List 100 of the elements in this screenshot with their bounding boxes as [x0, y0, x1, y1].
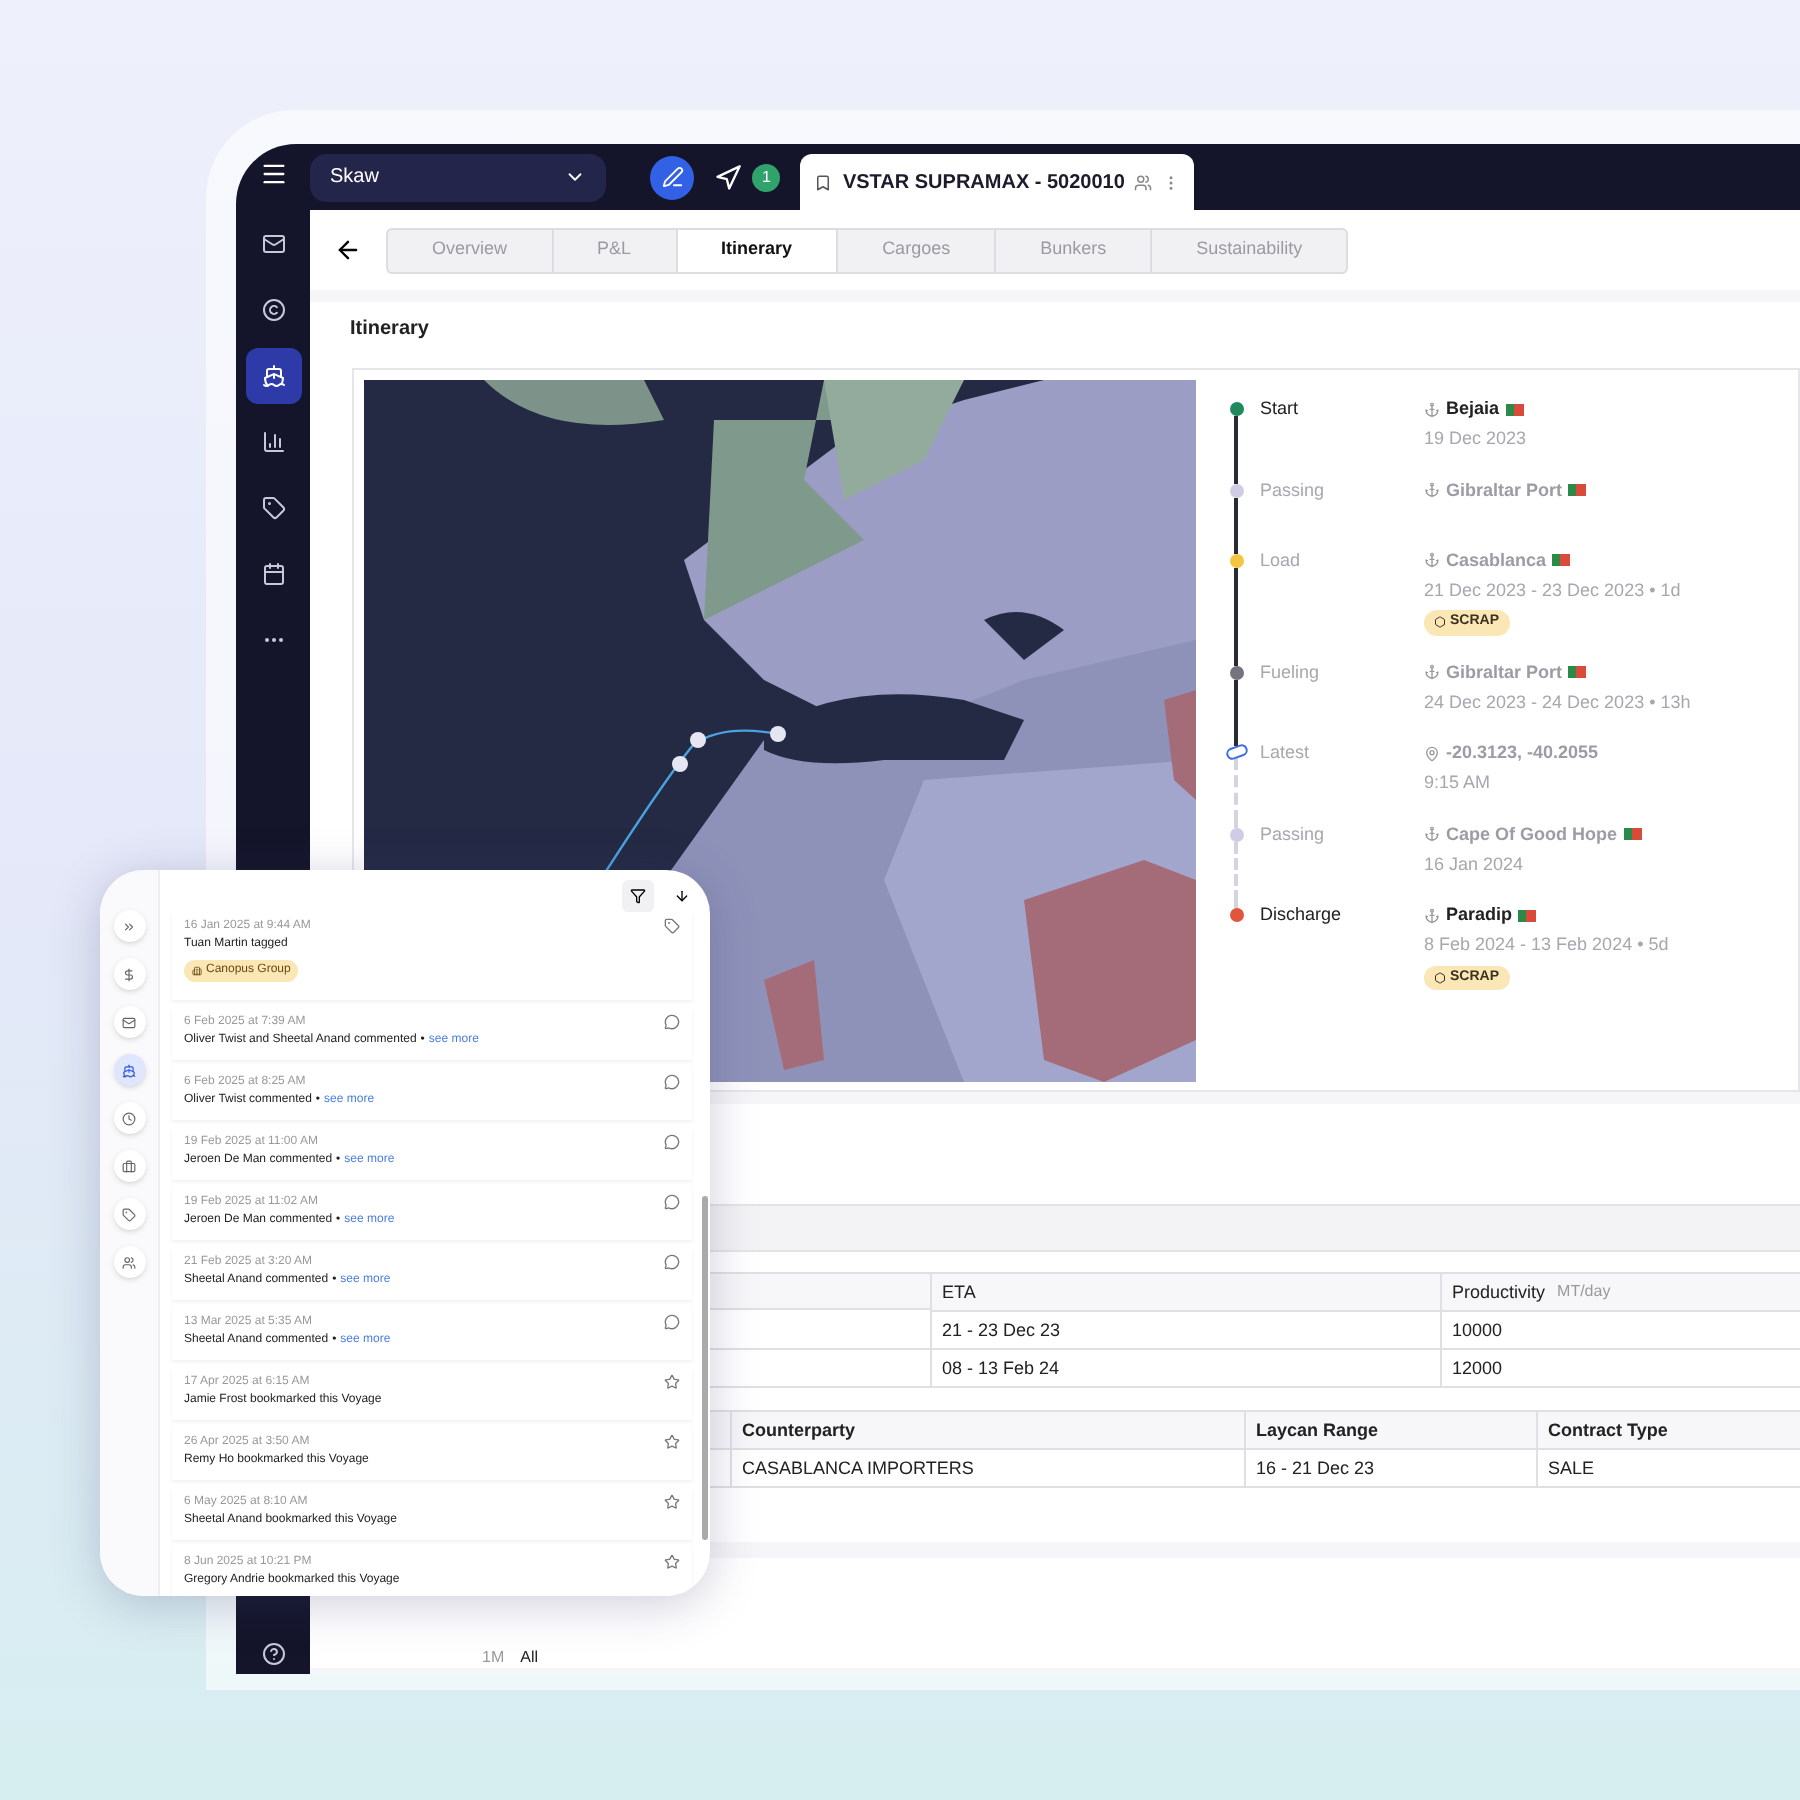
- table-cell: SALE: [1536, 1450, 1800, 1488]
- comment-icon: [664, 1314, 680, 1330]
- anchor-icon: [1424, 664, 1440, 680]
- panel-nav-button[interactable]: [113, 1102, 145, 1134]
- calendar-icon: [261, 562, 285, 586]
- sidebar-item[interactable]: [245, 348, 301, 404]
- notification-badge: 1: [752, 163, 781, 191]
- comment-icon: [664, 1074, 680, 1090]
- table-cell: 10000: [1440, 1312, 1800, 1350]
- tab[interactable]: Itinerary: [677, 229, 839, 271]
- comment-icon: [664, 1134, 680, 1150]
- menu-button[interactable]: [259, 160, 287, 188]
- stop-date: 24 Dec 2023 - 24 Dec 2023 • 13h: [1424, 689, 1691, 715]
- stop-label: Passing: [1260, 477, 1327, 504]
- tag-icon: [664, 918, 680, 934]
- anchor-icon: [1424, 482, 1440, 498]
- expand-icon: [122, 919, 136, 933]
- anchor-icon: [1424, 907, 1440, 923]
- flag-icon: [1552, 554, 1571, 566]
- vessel-select[interactable]: Skaw: [310, 153, 606, 201]
- avatar[interactable]: [650, 155, 694, 199]
- anchor-icon: [1424, 826, 1440, 842]
- hexagon-icon: [1434, 971, 1446, 984]
- table-cell: 12000: [1440, 1350, 1800, 1388]
- panel-nav-button[interactable]: [113, 1246, 145, 1278]
- column-header: Counterparty: [730, 1412, 1244, 1450]
- building-icon: [192, 966, 202, 976]
- panel-nav-button[interactable]: [113, 910, 145, 942]
- stop-place: Casablanca: [1446, 547, 1547, 573]
- panel-nav-button[interactable]: [113, 958, 145, 990]
- tag-icon: [122, 1207, 136, 1221]
- stop-place: Gibraltar Port: [1446, 477, 1563, 503]
- stop-label: Start: [1260, 396, 1301, 422]
- arrow-down-icon: [674, 888, 690, 904]
- stop-place: Bejaia: [1446, 396, 1500, 422]
- table-cell: 21 - 23 Dec 23: [930, 1312, 1440, 1350]
- stop-date: 19 Dec 2023: [1424, 426, 1527, 452]
- tag-icon: [261, 496, 285, 520]
- flag-icon: [1568, 666, 1587, 678]
- mail-icon: [122, 1015, 136, 1029]
- clock-icon: [122, 1111, 136, 1125]
- comment-icon: [664, 1014, 680, 1030]
- column-header: Contract Type: [1536, 1412, 1800, 1450]
- stop-place: -20.3123, -40.2055: [1446, 740, 1599, 766]
- comment-icon: [664, 1254, 680, 1270]
- filter-icon: [630, 888, 646, 904]
- stop-label: Latest: [1260, 740, 1312, 766]
- star-icon: [664, 1434, 680, 1450]
- stop-date: 16 Jan 2024: [1424, 851, 1526, 877]
- panel-nav-button[interactable]: [113, 1006, 145, 1038]
- users-icon: [122, 1255, 136, 1269]
- panel-nav-button[interactable]: [113, 1198, 145, 1230]
- stop-label: Discharge: [1260, 902, 1344, 928]
- mail-icon: [261, 232, 285, 256]
- bookmark-icon: [814, 173, 833, 191]
- column-header: ETA: [942, 1280, 976, 1304]
- stop-label: Load: [1260, 547, 1303, 573]
- document-tab[interactable]: VSTAR SUPRAMAX - 5020010: [800, 154, 1195, 210]
- users-icon: [1134, 173, 1153, 191]
- ship-icon: [261, 364, 285, 388]
- chart-icon: [261, 430, 285, 454]
- flag-icon: [1568, 484, 1587, 496]
- star-icon: [664, 1374, 680, 1390]
- range-button[interactable]: All: [520, 1648, 539, 1668]
- flag-icon: [1518, 909, 1537, 921]
- stop-label: Fueling: [1260, 659, 1322, 686]
- pen-icon: [661, 166, 683, 188]
- star-icon: [664, 1554, 680, 1570]
- tab-title: VSTAR SUPRAMAX - 5020010: [842, 169, 1125, 197]
- table-cell: 08 - 13 Feb 24: [930, 1350, 1440, 1388]
- briefcase-icon: [122, 1159, 136, 1173]
- panel-nav-button[interactable]: [113, 1054, 145, 1086]
- pin-icon: [1424, 745, 1440, 761]
- hexagon-icon: [1434, 616, 1446, 629]
- table-cell: CASABLANCA IMPORTERS: [730, 1450, 1244, 1488]
- section-title: Itinerary: [348, 316, 431, 344]
- stop-date: 9:15 AM: [1424, 770, 1493, 796]
- stop-place: Paradip: [1446, 902, 1513, 928]
- anchor-icon: [1424, 401, 1440, 417]
- stop-date: 8 Feb 2024 - 13 Feb 2024 • 5d: [1424, 932, 1669, 958]
- dollar-icon: [122, 967, 136, 981]
- ship-icon: [122, 1063, 136, 1077]
- help-button[interactable]: [261, 1642, 285, 1666]
- column-header: Laycan Range: [1244, 1412, 1536, 1450]
- filter-button[interactable]: [622, 880, 654, 912]
- table-cell: 16 - 21 Dec 23: [1244, 1450, 1536, 1488]
- stop-place: Cape Of Good Hope: [1446, 821, 1617, 847]
- column-header: Productivity: [1452, 1280, 1546, 1304]
- stop-place: Gibraltar Port: [1446, 659, 1563, 685]
- comment-icon: [664, 1194, 680, 1210]
- anchor-icon: [1424, 552, 1440, 568]
- unit-label: MT/day: [1557, 1280, 1611, 1304]
- flag-icon: [1623, 828, 1641, 840]
- star-icon: [664, 1494, 680, 1510]
- panel-nav-button[interactable]: [113, 1150, 145, 1182]
- flag-icon: [1505, 403, 1524, 415]
- back-button[interactable]: [334, 236, 362, 264]
- stop-date: 21 Dec 2023 - 23 Dec 2023 • 1d: [1424, 577, 1681, 603]
- stop-label: Passing: [1260, 821, 1327, 848]
- navigation-icon: [714, 163, 742, 191]
